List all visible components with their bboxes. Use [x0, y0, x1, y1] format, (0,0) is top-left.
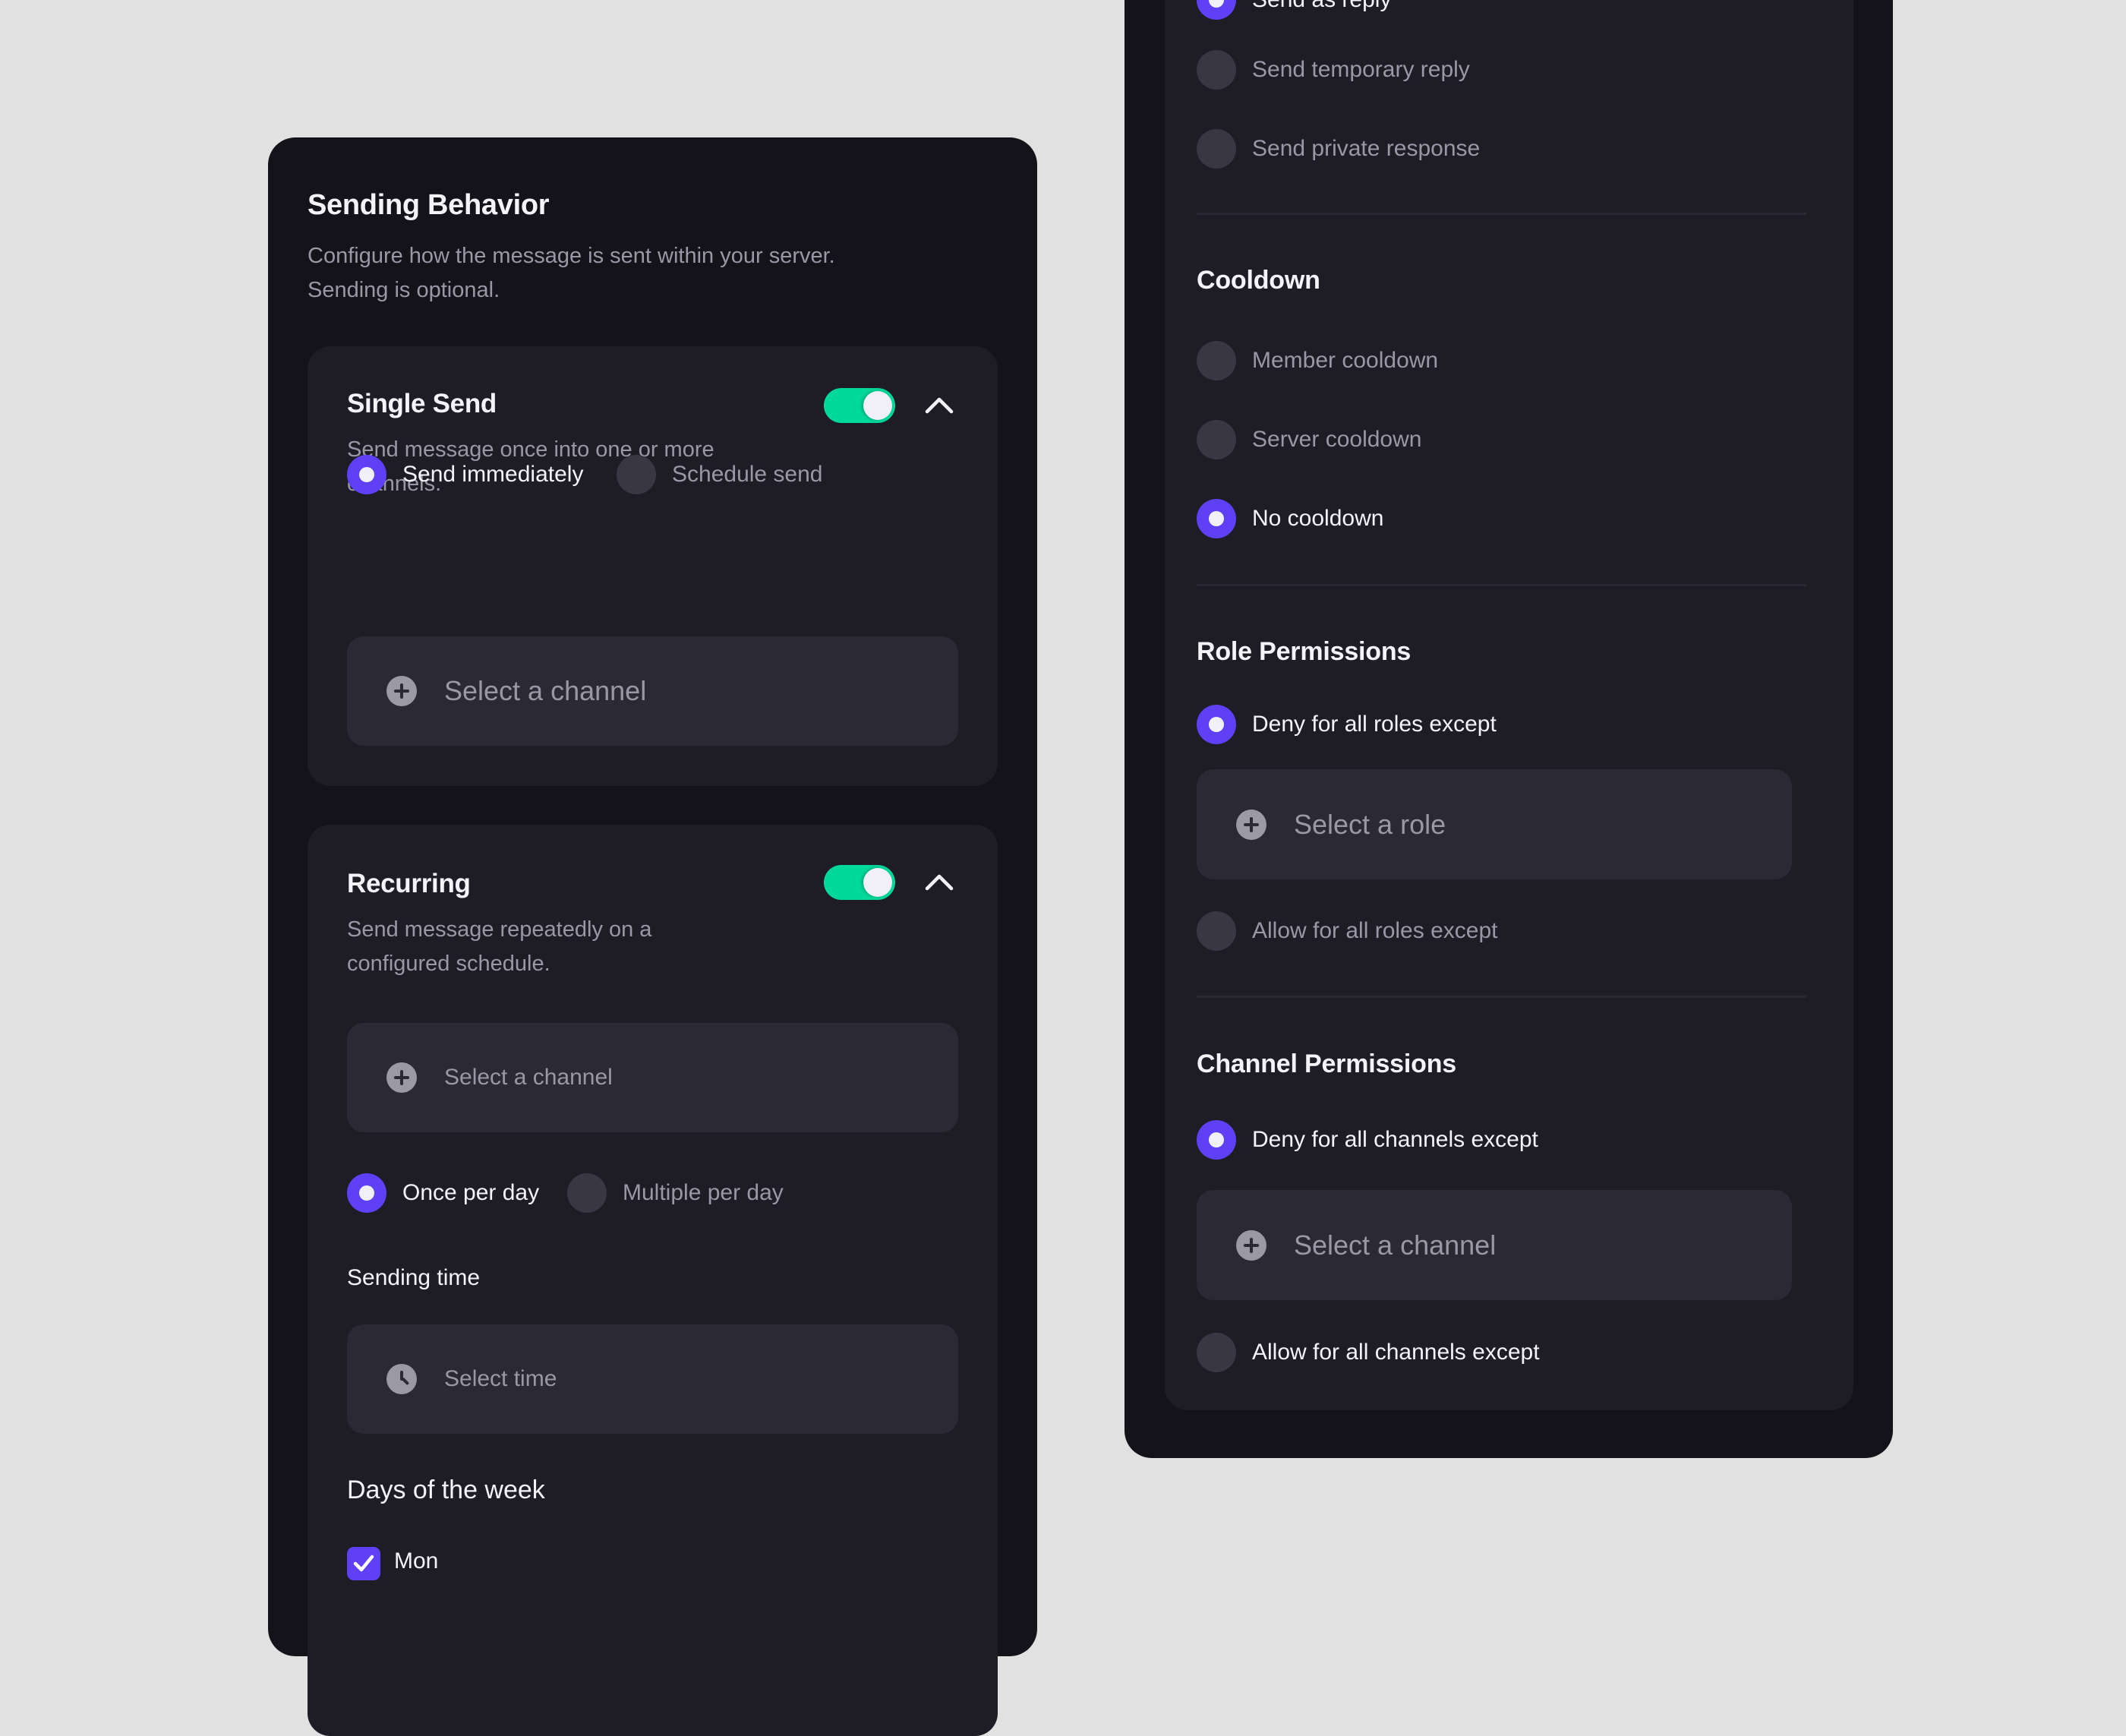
radio-label: Server cooldown: [1252, 427, 1422, 452]
radio-indicator: [1197, 50, 1236, 90]
radio-indicator: [1197, 341, 1236, 380]
radio-label: Deny for all channels except: [1252, 1127, 1538, 1152]
radio-send-private-response[interactable]: Send private response: [1197, 128, 1480, 170]
recurring-title: Recurring: [347, 869, 471, 898]
radio-label: Deny for all roles except: [1252, 712, 1497, 737]
radio-indicator: [1197, 129, 1236, 169]
select-placeholder: Select a role: [1294, 808, 1446, 840]
sending-time-label: Sending time: [347, 1265, 481, 1290]
radio-schedule-send[interactable]: Schedule send: [617, 453, 823, 496]
radio-indicator: [347, 1173, 386, 1213]
radio-label: Send temporary reply: [1252, 57, 1470, 82]
radio-allow-all-roles[interactable]: Allow for all roles except: [1197, 910, 1497, 952]
radio-indicator: [1197, 911, 1236, 951]
radio-label: Member cooldown: [1252, 348, 1439, 373]
checkmark-icon: [353, 1555, 374, 1572]
radio-label: Allow for all roles except: [1252, 918, 1498, 943]
role-select[interactable]: Select a role: [1197, 769, 1792, 879]
section-divider: [1197, 584, 1806, 586]
select-placeholder: Select a channel: [1294, 1229, 1497, 1261]
radio-indicator: [1197, 499, 1236, 538]
single-send-title: Single Send: [347, 389, 497, 418]
sending-time-select[interactable]: Select time: [347, 1324, 958, 1434]
channel-permissions-title: Channel Permissions: [1197, 1049, 1456, 1078]
days-of-week-label: Days of the week: [347, 1476, 545, 1504]
clock-icon: [386, 1364, 417, 1394]
radio-label: Allow for all channels except: [1252, 1340, 1540, 1365]
single-send-toggle[interactable]: [824, 388, 895, 423]
radio-label: Once per day: [402, 1180, 540, 1205]
panel-description-line-2: Sending is optional.: [308, 278, 500, 302]
plus-circle-icon: [1236, 1229, 1266, 1261]
radio-label: Multiple per day: [623, 1180, 784, 1205]
radio-multiple-per-day[interactable]: Multiple per day: [567, 1172, 784, 1214]
radio-indicator: [1197, 0, 1236, 20]
radio-indicator: [1197, 705, 1236, 744]
checkbox-label-mon: Mon: [394, 1548, 439, 1573]
recurring-toggle[interactable]: [824, 865, 895, 900]
permissions-card: Send as reply Send temporary reply Send …: [1165, 0, 1853, 1410]
recurring-description: Send message repeatedly on a configured …: [347, 913, 651, 981]
radio-label: No cooldown: [1252, 506, 1384, 531]
radio-indicator: [617, 455, 656, 494]
sending-behavior-panel: Sending Behavior Configure how the messa…: [268, 137, 1037, 1736]
section-divider: [1197, 996, 1806, 998]
radio-send-immediately[interactable]: Send immediately: [347, 453, 583, 496]
plus-circle-icon: [1236, 809, 1266, 840]
radio-label: Send private response: [1252, 136, 1481, 161]
recurring-description-line-1: Send message repeatedly on a: [347, 917, 652, 942]
radio-indicator: [1197, 420, 1236, 459]
radio-indicator: [1197, 1120, 1236, 1160]
single-send-channel-select[interactable]: Select a channel: [347, 636, 958, 746]
radio-server-cooldown[interactable]: Server cooldown: [1197, 418, 1421, 461]
radio-once-per-day[interactable]: Once per day: [347, 1172, 539, 1214]
collapse-chevron-up-icon[interactable]: [924, 870, 954, 893]
recurring-channel-select[interactable]: Select a channel: [347, 1023, 958, 1132]
recurring-description-line-2: configured schedule.: [347, 952, 550, 976]
select-placeholder: Select a channel: [444, 675, 647, 706]
radio-label: Send as reply: [1252, 0, 1391, 13]
section-divider: [1197, 213, 1806, 215]
select-placeholder: Select a channel: [444, 1065, 613, 1090]
radio-indicator: [567, 1173, 607, 1213]
panel-description-line-1: Configure how the message is sent within…: [308, 244, 835, 268]
select-placeholder: Select time: [444, 1366, 557, 1391]
checkbox-mon[interactable]: [347, 1547, 380, 1580]
radio-send-temporary-reply[interactable]: Send temporary reply: [1197, 49, 1470, 91]
radio-indicator: [1197, 1333, 1236, 1372]
role-permissions-title: Role Permissions: [1197, 637, 1412, 666]
channel-permission-select[interactable]: Select a channel: [1197, 1190, 1792, 1300]
radio-deny-all-roles[interactable]: Deny for all roles except: [1197, 703, 1497, 746]
radio-send-as-reply[interactable]: Send as reply: [1197, 0, 1391, 21]
collapse-chevron-up-icon[interactable]: [924, 393, 954, 416]
radio-label: Send immediately: [402, 462, 584, 487]
single-send-card: Single Send Send message once into one o…: [308, 346, 998, 786]
permissions-panel: Send as reply Send temporary reply Send …: [1125, 0, 1893, 1458]
plus-circle-icon: [386, 676, 417, 706]
radio-deny-all-channels[interactable]: Deny for all channels except: [1197, 1119, 1538, 1161]
radio-member-cooldown[interactable]: Member cooldown: [1197, 339, 1438, 382]
cooldown-title: Cooldown: [1197, 266, 1320, 295]
radio-no-cooldown[interactable]: No cooldown: [1197, 497, 1383, 540]
radio-allow-all-channels[interactable]: Allow for all channels except: [1197, 1331, 1540, 1374]
panel-description: Configure how the message is sent within…: [308, 239, 835, 308]
plus-circle-icon: [386, 1062, 417, 1093]
radio-label: Schedule send: [672, 462, 823, 487]
panel-title: Sending Behavior: [308, 189, 550, 221]
recurring-card: Recurring Send message repeatedly on a c…: [308, 825, 998, 1736]
radio-indicator: [347, 455, 386, 494]
